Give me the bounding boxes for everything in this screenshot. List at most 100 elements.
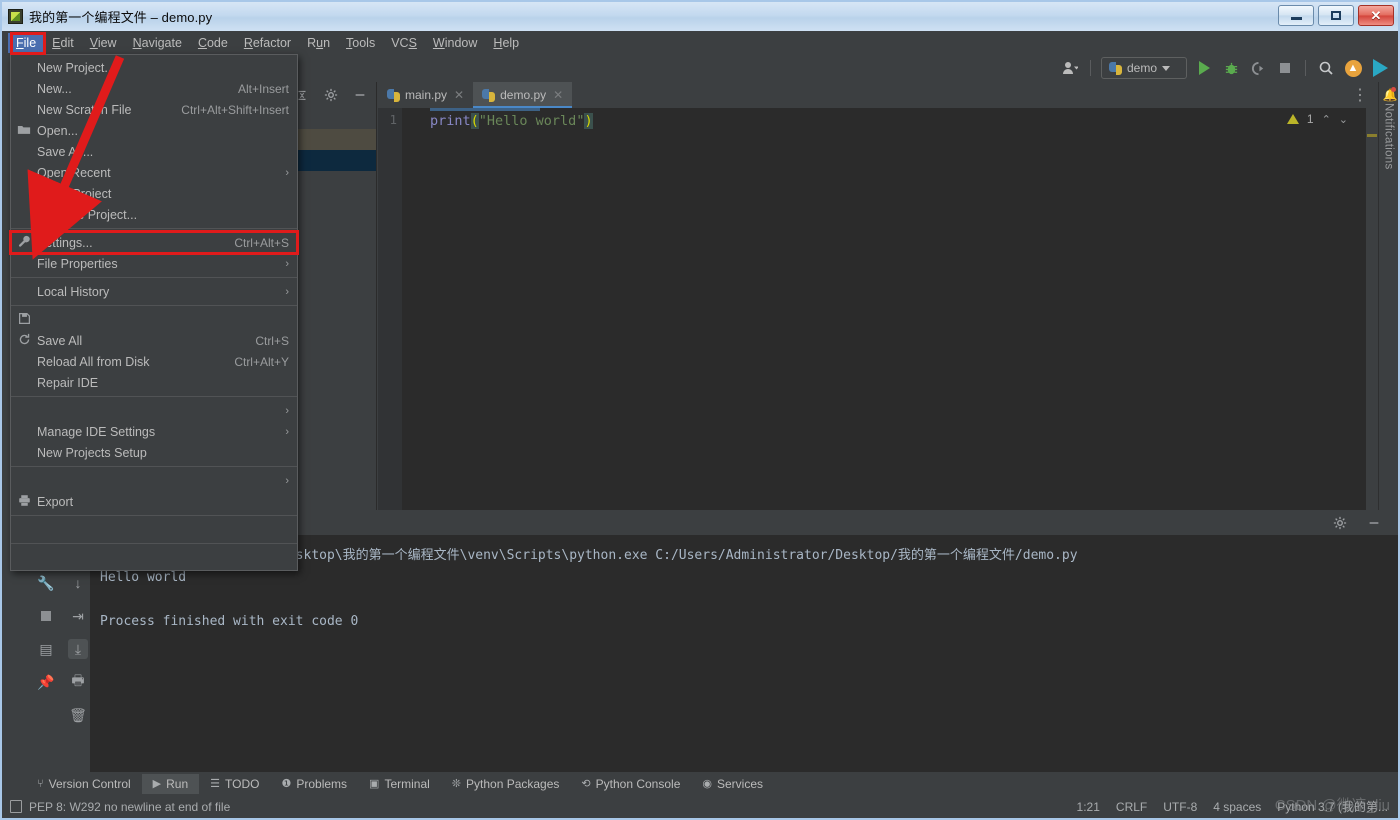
menu-refactor[interactable]: Refactor: [236, 33, 299, 53]
indent-setting[interactable]: 4 spaces: [1213, 800, 1261, 814]
file-menu-item-close-project[interactable]: Close Project: [11, 183, 297, 204]
menu-window[interactable]: Window: [425, 33, 485, 53]
search-icon[interactable]: [1316, 58, 1336, 78]
editor-tab-main-py[interactable]: main.py ✕: [378, 82, 473, 108]
trash-icon[interactable]: 🗑: [68, 705, 88, 725]
close-icon[interactable]: ✕: [454, 88, 464, 102]
file-menu-item-repair-ide[interactable]: Reload All from Disk Ctrl+Alt+Y: [11, 351, 297, 372]
wrench-icon[interactable]: 🔧: [36, 573, 56, 593]
tool-tab-problems[interactable]: ❶ Problems: [270, 774, 358, 794]
file-menu-item-rename-project[interactable]: Rename Project...: [11, 204, 297, 225]
close-icon[interactable]: ✕: [553, 88, 563, 102]
run-configuration-selector[interactable]: demo: [1101, 57, 1187, 79]
menu-separator: [11, 543, 297, 544]
layout-icon[interactable]: ▤: [36, 639, 56, 659]
update-project-icon[interactable]: ▲: [1343, 58, 1363, 78]
file-menu-item-save-file-as-template[interactable]: New Projects Setup: [11, 442, 297, 463]
print-icon[interactable]: 🖶: [68, 672, 88, 692]
menu-item-label: Rename Project...: [37, 207, 138, 222]
pin-icon[interactable]: 📌: [36, 672, 56, 692]
menu-file[interactable]: File: [8, 32, 45, 53]
code-editor[interactable]: 1 print("Hello world") 1 ⌃ ⌄: [378, 108, 1378, 510]
file-menu-item-file-properties[interactable]: File Properties ›: [11, 253, 297, 274]
debug-bug-icon[interactable]: [1221, 58, 1241, 78]
file-encoding[interactable]: UTF-8: [1163, 800, 1197, 814]
file-menu-item-manage-ide-settings[interactable]: ›: [11, 400, 297, 421]
file-menu-item-save-all[interactable]: [11, 309, 297, 330]
tool-tab-label: TODO: [225, 776, 260, 791]
python-icon: [1109, 61, 1122, 75]
tool-tab-version-control[interactable]: ⑂ Version Control: [26, 774, 142, 794]
editor-tab-demo-py[interactable]: demo.py ✕: [473, 82, 573, 108]
chevron-down-icon[interactable]: ⌄: [1339, 113, 1348, 126]
down-arrow-icon[interactable]: ↓: [68, 573, 88, 593]
menu-code[interactable]: Code: [190, 33, 236, 53]
run-icon[interactable]: [1194, 58, 1214, 78]
code-token-close-paren: ): [584, 113, 593, 129]
gear-icon[interactable]: [321, 85, 341, 105]
tool-tab-python-packages[interactable]: ❊ Python Packages: [441, 774, 571, 794]
error-stripe[interactable]: [1366, 108, 1378, 510]
file-menu-item-open[interactable]: Open...: [11, 120, 297, 141]
file-menu-item-new-scratch-file[interactable]: New Scratch File Ctrl+Alt+Shift+Insert: [11, 99, 297, 120]
tool-tab-todo[interactable]: ☰ TODO: [199, 774, 270, 794]
tool-tab-services[interactable]: ◉ Services: [691, 774, 774, 794]
warning-triangle-icon: [1286, 114, 1299, 124]
file-menu-item-open-recent[interactable]: Open Recent ›: [11, 162, 297, 183]
file-menu-item-print[interactable]: Export: [11, 491, 297, 512]
minimize-button[interactable]: [1278, 5, 1314, 26]
terminal-icon: ▣: [369, 778, 380, 790]
file-menu-item-exit[interactable]: [11, 547, 297, 568]
caret-position[interactable]: 1:21: [1077, 800, 1100, 814]
file-menu-item-settings[interactable]: Settings... Ctrl+Alt+S: [9, 230, 299, 255]
event-log-icon[interactable]: [10, 800, 22, 813]
window-controls: ✕: [1278, 5, 1394, 26]
tool-tab-terminal[interactable]: ▣ Terminal: [358, 774, 441, 794]
pycharm-icon: [8, 9, 23, 24]
file-menu-item-new[interactable]: New... Alt+Insert: [11, 78, 297, 99]
file-menu-item-local-history[interactable]: Local History ›: [11, 281, 297, 302]
file-menu-item-export[interactable]: ›: [11, 470, 297, 491]
minimize-icon[interactable]: [350, 85, 370, 105]
menu-vcs[interactable]: VCS: [383, 33, 425, 53]
close-button[interactable]: ✕: [1358, 5, 1394, 26]
file-menu-item-invalidate-caches[interactable]: Repair IDE: [11, 372, 297, 393]
inspection-widget[interactable]: 1 ⌃ ⌄: [1286, 112, 1348, 126]
file-menu-item-reload-all-from-disk[interactable]: Save All Ctrl+S: [11, 330, 297, 351]
run-coverage-icon[interactable]: [1248, 58, 1268, 78]
file-menu-item-new-project[interactable]: New Project...: [11, 57, 297, 78]
maximize-button[interactable]: [1318, 5, 1354, 26]
file-menu-item-save-as[interactable]: Save As...: [11, 141, 297, 162]
menu-edit[interactable]: Edit: [44, 33, 82, 53]
more-options-icon[interactable]: ⋮: [1352, 82, 1378, 108]
python-interpreter[interactable]: Python 3.7 (我的第...: [1277, 798, 1388, 815]
minimize-icon[interactable]: [1364, 513, 1384, 533]
folder-icon: [11, 124, 37, 138]
gear-icon[interactable]: [1330, 513, 1350, 533]
tool-tab-run[interactable]: ▶ Run: [141, 773, 200, 794]
status-bar: PEP 8: W292 no newline at end of file 1:…: [2, 795, 1398, 818]
stripe-warning-mark[interactable]: [1367, 134, 1377, 137]
user-icon[interactable]: [1060, 58, 1080, 78]
file-menu-item-power-save-mode[interactable]: [11, 519, 297, 540]
chevron-up-icon[interactable]: ⌃: [1322, 113, 1331, 126]
submenu-arrow-icon: ›: [285, 257, 289, 270]
status-bar-right: 1:21 CRLF UTF-8 4 spaces Python 3.7 (我的第…: [1077, 797, 1398, 815]
stop-icon[interactable]: [1275, 58, 1295, 78]
menu-tools[interactable]: Tools: [338, 33, 383, 53]
menu-run[interactable]: Run: [299, 33, 338, 53]
menu-view[interactable]: View: [82, 33, 125, 53]
menu-navigate[interactable]: Navigate: [125, 33, 190, 53]
ai-assistant-icon[interactable]: [1370, 58, 1390, 78]
menu-item-label: New Scratch File: [37, 102, 132, 117]
tool-tab-python-console[interactable]: ⟲ Python Console: [570, 774, 691, 794]
menu-item-label: Close Project: [37, 186, 112, 201]
notifications-label[interactable]: Notifications: [1383, 103, 1395, 170]
menu-help[interactable]: Help: [485, 33, 527, 53]
stop-icon[interactable]: [36, 606, 56, 626]
bell-icon[interactable]: 🔔: [1383, 87, 1397, 102]
soft-wrap-icon[interactable]: ⇥: [68, 606, 88, 626]
scroll-to-end-icon[interactable]: ⤓: [68, 639, 88, 659]
line-separator[interactable]: CRLF: [1116, 800, 1147, 814]
file-menu-item-new-projects-setup[interactable]: Manage IDE Settings ›: [11, 421, 297, 442]
